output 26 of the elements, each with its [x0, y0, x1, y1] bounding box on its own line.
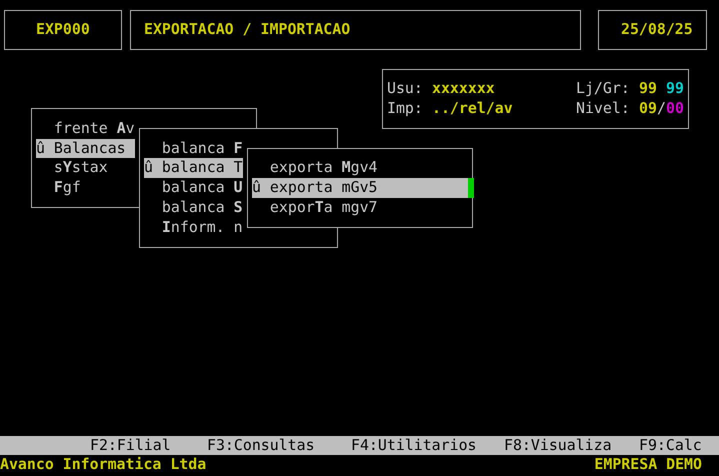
- function-key[interactable]: F9:Calc: [639, 436, 702, 456]
- function-key[interactable]: F4:Utilitarios: [351, 436, 477, 456]
- function-key[interactable]: F3:Consultas: [207, 436, 315, 456]
- program-title: EXPORTACAO / IMPORTACAO: [144, 20, 350, 40]
- function-key[interactable]: F2:Filial: [90, 436, 171, 456]
- menu-item[interactable]: û Balancas: [36, 138, 135, 158]
- function-key[interactable]: F8:Visualiza: [504, 436, 612, 456]
- company-name: Avanco Informatica Ltda: [0, 455, 206, 476]
- user-label: Usu:: [387, 79, 423, 99]
- tenant-name: EMPRESA DEMO: [594, 455, 702, 476]
- user-value: xxxxxxx: [432, 79, 495, 99]
- text-cursor: [468, 178, 474, 198]
- level-value: 09: [639, 98, 657, 119]
- level-label: Nivel:: [576, 98, 630, 119]
- group-value: 99: [666, 79, 684, 99]
- printer-label: Imp:: [387, 98, 423, 119]
- date-text: 25/08/25: [621, 20, 693, 40]
- program-code: EXP000: [36, 20, 90, 40]
- level-value: 00: [666, 98, 684, 119]
- level-separator: /: [657, 98, 666, 119]
- store-value: 99: [639, 79, 657, 99]
- menu-item[interactable]: û exporta mGv5: [252, 178, 468, 198]
- store-label: Lj/Gr:: [576, 79, 630, 99]
- menu-item[interactable]: û balanca T: [144, 158, 243, 178]
- printer-value: ../rel/av: [432, 98, 513, 119]
- menu-item[interactable]: balanca F: [144, 138, 243, 158]
